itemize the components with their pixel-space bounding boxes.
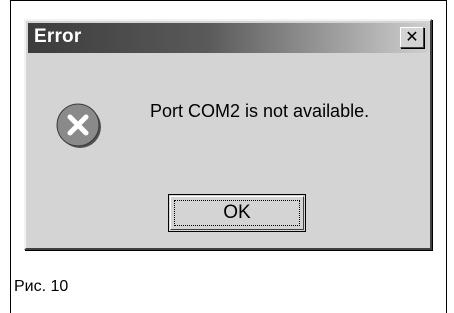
error-x-icon bbox=[56, 103, 101, 148]
ok-button[interactable]: OK bbox=[168, 194, 306, 232]
close-button[interactable]: ✕ bbox=[400, 27, 424, 48]
dialog-title: Error bbox=[34, 26, 82, 47]
error-dialog: Error ✕ Port COM2 is not available. OK bbox=[24, 19, 432, 250]
title-bar[interactable]: Error ✕ bbox=[28, 23, 428, 53]
close-icon: ✕ bbox=[405, 27, 419, 46]
figure-caption: Рис. 10 bbox=[14, 278, 69, 295]
ok-button-label: OK bbox=[223, 202, 251, 223]
error-message: Port COM2 is not available. bbox=[150, 101, 370, 121]
